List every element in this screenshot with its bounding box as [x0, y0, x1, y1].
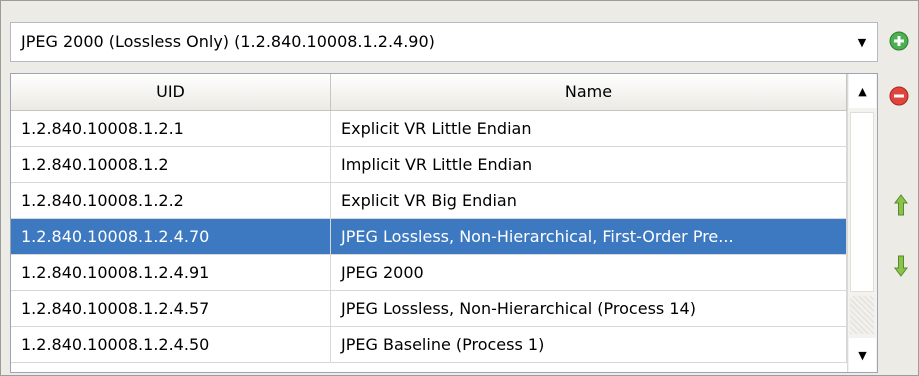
column-header-uid[interactable]: UID [11, 74, 331, 110]
table-vertical-scrollbar[interactable]: ▲ ▼ [847, 74, 877, 372]
table-row[interactable]: 1.2.840.10008.1.2.4.91 JPEG 2000 [11, 255, 847, 291]
row-uid: 1.2.840.10008.1.2.4.91 [11, 255, 331, 291]
transfer-syntax-dropdown[interactable]: JPEG 2000 (Lossless Only) (1.2.840.10008… [10, 22, 878, 62]
row-name: Explicit VR Big Endian [331, 183, 847, 219]
dropdown-selected-value: JPEG 2000 (Lossless Only) (1.2.840.10008… [21, 32, 435, 51]
arrow-up-icon[interactable] [890, 194, 912, 216]
table-header: UID Name [11, 74, 847, 111]
transfer-syntax-table: UID Name 1.2.840.10008.1.2.1 Explicit VR… [10, 73, 878, 373]
row-name: JPEG 2000 [331, 255, 847, 291]
row-uid: 1.2.840.10008.1.2.4.70 [11, 219, 331, 255]
row-name: Implicit VR Little Endian [331, 147, 847, 183]
plus-circle-icon[interactable] [888, 30, 910, 52]
transfer-syntax-panel: JPEG 2000 (Lossless Only) (1.2.840.10008… [0, 0, 919, 376]
table-body: 1.2.840.10008.1.2.1 Explicit VR Little E… [11, 111, 847, 363]
minus-circle-icon[interactable] [888, 85, 910, 107]
table-row[interactable]: 1.2.840.10008.1.2 Implicit VR Little End… [11, 147, 847, 183]
table-row[interactable]: 1.2.840.10008.1.2.2 Explicit VR Big Endi… [11, 183, 847, 219]
table-row-selected[interactable]: 1.2.840.10008.1.2.4.70 JPEG Lossless, No… [11, 219, 847, 255]
row-uid: 1.2.840.10008.1.2.4.50 [11, 327, 331, 363]
table-row[interactable]: 1.2.840.10008.1.2.4.57 JPEG Lossless, No… [11, 291, 847, 327]
scroll-down-arrow-icon[interactable]: ▼ [849, 338, 876, 372]
arrow-down-icon[interactable] [890, 255, 912, 277]
row-name: JPEG Lossless, Non-Hierarchical (Process… [331, 291, 847, 327]
row-name: JPEG Baseline (Process 1) [331, 327, 847, 363]
column-header-name[interactable]: Name [331, 74, 847, 110]
row-uid: 1.2.840.10008.1.2 [11, 147, 331, 183]
row-uid: 1.2.840.10008.1.2.1 [11, 111, 331, 147]
scroll-up-arrow-icon[interactable]: ▲ [849, 74, 876, 108]
row-uid: 1.2.840.10008.1.2.4.57 [11, 291, 331, 327]
dropdown-arrow-icon[interactable]: ▼ [850, 27, 874, 57]
table-row[interactable]: 1.2.840.10008.1.2.4.50 JPEG Baseline (Pr… [11, 327, 847, 363]
row-uid: 1.2.840.10008.1.2.2 [11, 183, 331, 219]
scrollbar-thumb[interactable] [850, 112, 874, 292]
scrollbar-track[interactable] [850, 296, 874, 334]
table-row[interactable]: 1.2.840.10008.1.2.1 Explicit VR Little E… [11, 111, 847, 147]
row-name: JPEG Lossless, Non-Hierarchical, First-O… [331, 219, 847, 255]
row-name: Explicit VR Little Endian [331, 111, 847, 147]
